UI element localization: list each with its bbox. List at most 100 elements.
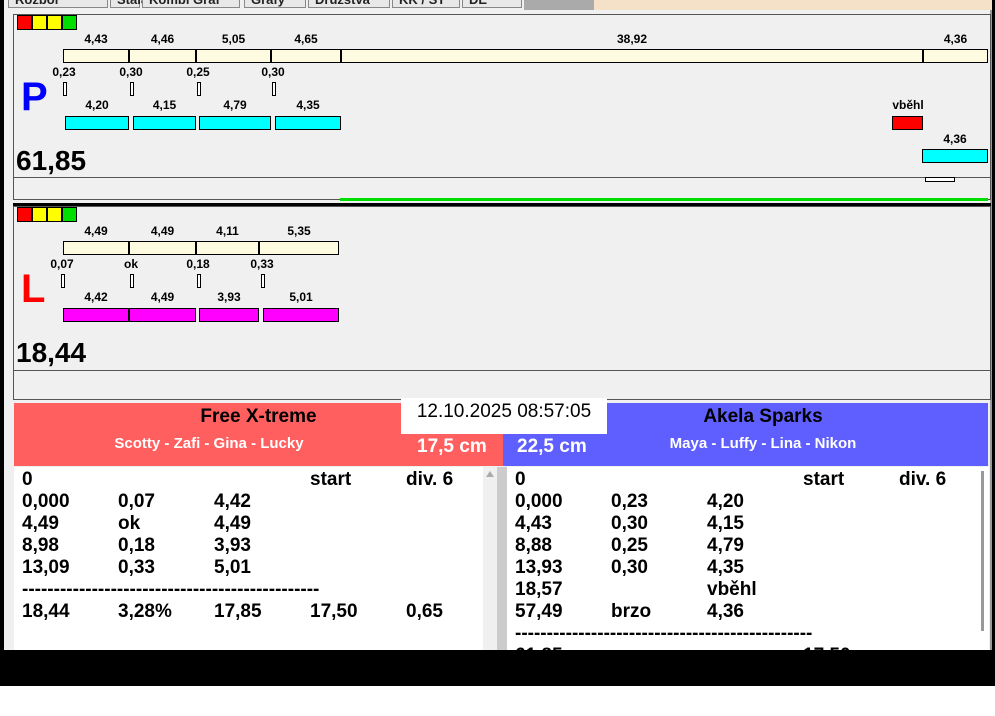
run-label: 4,35 — [296, 98, 320, 112]
result-cell: 0,33 — [118, 557, 155, 578]
tab-2[interactable]: Kombi Graf — [142, 0, 240, 8]
result-cell: 0,18 — [118, 535, 155, 556]
left-scrollbar[interactable] — [483, 467, 497, 650]
split-label: 5,05 — [221, 32, 246, 46]
result-row: 8,88 0,25 4,79 — [515, 535, 975, 557]
result-cell: 4,49 — [22, 513, 59, 534]
lane-l-panel: 4,49 4,49 4,11 5,35 0,07 ok 0,18 0,33 4,42 4,49 3,… — [13, 206, 991, 400]
split-label: 5,35 — [287, 224, 311, 238]
lane-letter: L — [21, 267, 46, 311]
result-cell: 4,79 — [707, 535, 744, 556]
split-label: 4,49 — [150, 224, 175, 238]
reaction-tick — [272, 82, 276, 96]
fault-label: vběhl — [892, 98, 924, 112]
result-cell: vběhl — [707, 579, 757, 600]
run-bar — [199, 116, 271, 130]
split-label: 38,92 — [616, 32, 648, 46]
result-cell: brzo — [611, 601, 652, 622]
run-bar — [199, 308, 259, 322]
split-label: 4,65 — [294, 32, 318, 46]
right-results-list: 0 start div. 6 0,000 0,23 4,20 4,43 0,30 4,15 8,8… — [507, 467, 975, 650]
split-bar — [63, 49, 129, 63]
split-bar — [196, 241, 259, 255]
result-cell: 57,49 — [515, 601, 563, 622]
right-scrollbar[interactable] — [975, 467, 989, 650]
light-red — [17, 207, 32, 222]
run-label: 4,42 — [84, 290, 108, 304]
reaction-tick — [130, 82, 134, 96]
lane-p-panel: 4,43 4,46 5,05 4,65 38,92 4,36 0,23 0,30 0,25 0,3… — [13, 14, 991, 200]
result-row: 0,000 0,23 4,20 — [515, 491, 975, 513]
reaction-tick — [197, 274, 201, 288]
split-bar — [259, 241, 339, 255]
reaction-label: 0,33 — [250, 257, 274, 271]
run-bar — [263, 308, 339, 322]
tab-5[interactable]: KK / ST — [392, 0, 460, 8]
result-cell: 0 — [515, 469, 526, 490]
tab-1[interactable]: Stala — [110, 0, 148, 8]
tab-6[interactable]: DE — [462, 0, 522, 8]
split-bar — [63, 241, 129, 255]
light-yellow — [47, 15, 62, 30]
result-cell: 17,50 — [310, 601, 358, 622]
result-row: ----------------------------------------… — [515, 623, 975, 645]
result-cell: 61,85 — [515, 645, 563, 650]
result-row: 57,49 brzo 4,36 — [515, 601, 975, 623]
tab-3[interactable]: Grafy — [244, 0, 306, 8]
result-cell: 0,65 — [406, 601, 443, 622]
result-row: 0,000 0,07 4,42 — [22, 491, 482, 513]
run-label: 3,93 — [217, 290, 241, 304]
split-bar — [923, 49, 988, 63]
tab-strip-filler — [524, 0, 594, 10]
result-cell: 4,42 — [214, 491, 251, 512]
tab-0[interactable]: Rozbor — [8, 0, 108, 8]
tab-strip-background — [594, 0, 992, 10]
left-team-dogs: Scotty - Zafi - Gina - Lucky — [114, 435, 304, 452]
result-cell: 13,93 — [515, 557, 563, 578]
run-bar — [65, 116, 129, 130]
run-bar — [129, 308, 196, 322]
left-team-height: 17,5 cm — [417, 436, 487, 457]
lane-baseline — [14, 177, 990, 178]
reaction-label: 0,25 — [186, 65, 210, 79]
result-cell: 4,36 — [707, 601, 744, 622]
result-cell: ----------------------------------------… — [515, 623, 813, 644]
splitter[interactable] — [497, 467, 507, 650]
result-row: 4,49 ok 4,49 — [22, 513, 482, 535]
signal-lights — [17, 15, 77, 35]
result-cell: 18,44 — [22, 601, 70, 622]
result-cell: 13,09 — [22, 557, 70, 578]
lane-total: 18,44 — [16, 337, 87, 368]
reaction-label: ok — [123, 257, 139, 271]
result-cell: 8,88 — [515, 535, 552, 556]
app-window: RozborStalaKombi Graf GrafyDružstvaKK / S… — [0, 0, 995, 686]
reaction-tick — [261, 274, 265, 288]
result-cell: start — [310, 469, 352, 490]
result-row: 0 start div. 6 — [515, 469, 975, 491]
split-bar — [271, 49, 341, 63]
split-bar — [129, 241, 196, 255]
reaction-tick — [63, 82, 67, 96]
result-cell: 4,15 — [707, 513, 744, 534]
result-cell: 0,30 — [611, 513, 648, 534]
result-row: 18,57 vběhl — [515, 579, 975, 601]
result-cell: 0,000 — [515, 491, 563, 512]
fault-bar — [892, 116, 923, 130]
result-row: 18,44 3,28% 17,85 17,50 0,65 — [22, 601, 482, 623]
split-label: 4,43 — [84, 32, 108, 46]
last-run-bar — [922, 149, 988, 163]
split-bar — [341, 49, 923, 63]
result-row: 61,85 17,50 — [515, 645, 975, 650]
result-cell: 0 — [22, 469, 33, 490]
split-label: 4,46 — [150, 32, 175, 46]
run-label: 5,01 — [289, 290, 313, 304]
split-bar — [196, 49, 271, 63]
lane-baseline — [14, 370, 990, 371]
result-cell: 17,85 — [214, 601, 262, 622]
result-cell: 4,43 — [515, 513, 552, 534]
reaction-label: 0,30 — [119, 65, 143, 79]
run-label: 4,20 — [85, 98, 109, 112]
tab-4[interactable]: Družstva — [308, 0, 390, 8]
light-red — [17, 15, 32, 30]
light-green — [62, 207, 77, 222]
